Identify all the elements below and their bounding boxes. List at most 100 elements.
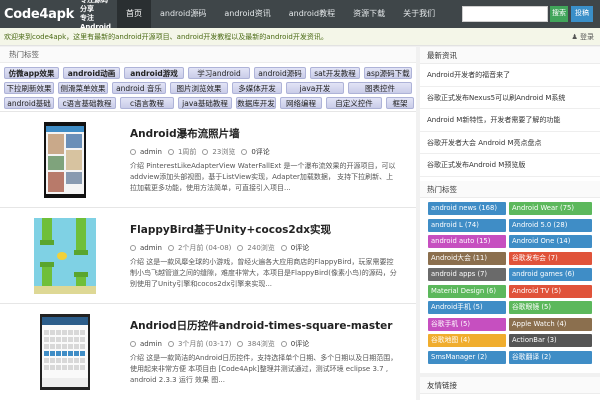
search-button[interactable]: 搜索 [550, 6, 568, 22]
tag-item[interactable]: c语言基础教程 [58, 97, 116, 109]
post-title[interactable]: FlappyBird基于Unity+cocos2dx实现 [130, 222, 331, 237]
tags-panel-title: 热门标签 [0, 47, 416, 63]
sidebar-tag-chip[interactable]: 谷歌翻译 (2) [509, 350, 592, 364]
tag-item[interactable]: 多媒体开发 [232, 82, 282, 94]
tag-item[interactable]: c语言教程 [120, 97, 174, 109]
news-link[interactable]: 谷歌正式发布Nexus5可以刷Android M系统 [420, 87, 600, 109]
sidebar-tag-chip[interactable]: ActionBar (3) [509, 334, 592, 347]
nav-android-source[interactable]: android源码 [151, 0, 215, 28]
post-author[interactable]: admin [140, 340, 162, 348]
comment-icon [280, 245, 287, 251]
tag-item[interactable]: 侧滑菜单效果 [58, 82, 108, 94]
post-date: 2个月前 (04-08) [177, 244, 232, 252]
post-meta: admin 2个月前 (04-08) 240浏览 0评论 [130, 243, 315, 253]
sidebar-tag-chip[interactable]: android news (168) [428, 202, 506, 215]
sidebar-tag-chip[interactable]: 谷歌手机 (5) [428, 317, 506, 331]
sidebar-tag-chip[interactable]: Android 5.0 (28) [509, 218, 592, 232]
main-nav: 首页 android源码 android资讯 android教程 资源下载 关于… [117, 0, 444, 28]
tag-item[interactable]: 框架 [386, 97, 414, 109]
nav-android-tutorials[interactable]: android教程 [280, 0, 344, 28]
post-excerpt: 介绍 这是一款简洁的Android日历控件，支持选择单个日期、多个日期以及日期范… [130, 354, 398, 384]
tag-item[interactable]: android 音乐 [112, 82, 166, 94]
login-link[interactable]: ♟ 登录 [571, 32, 594, 42]
post-thumbnail[interactable] [30, 314, 100, 390]
tag-item[interactable]: 学习android [188, 67, 250, 79]
post-thumbnail[interactable] [30, 218, 100, 294]
calendar-screenshot-image [40, 314, 90, 390]
nav-downloads[interactable]: 资源下载 [344, 0, 394, 28]
notice-text: 欢迎来到code4apk，这里有最新的android开源项目、android开发… [4, 33, 328, 41]
sidebar-tag-chip[interactable]: android games (6) [509, 268, 592, 281]
comment-icon [241, 149, 248, 155]
sidebar-tag-chip[interactable]: Android手机 (5) [428, 301, 506, 314]
tag-item[interactable]: android基础 [4, 97, 54, 109]
waterfall-screenshot-image [44, 122, 86, 198]
post-meta: admin 3个月前 (03-17) 384浏览 0评论 [130, 339, 315, 349]
post-author[interactable]: admin [140, 148, 162, 156]
sidebar-tag-chip[interactable]: 谷歌发布会 (7) [509, 251, 592, 265]
sidebar-tag-chip[interactable]: android L (74) [428, 218, 506, 232]
tag-item[interactable]: android游戏 [124, 67, 184, 79]
post-date: 1周前 [177, 148, 197, 156]
sidebar-tag-chip[interactable]: android auto (15) [428, 235, 506, 248]
sidebar-tag-chip[interactable]: Apple Watch (4) [509, 317, 592, 331]
tag-item[interactable]: sat开发教程 [310, 67, 360, 79]
post-views: 384浏览 [247, 340, 275, 348]
tag-row: android基础 c语言基础教程 c语言教程 java基础教程 数据库开发 网… [0, 97, 416, 111]
post-title[interactable]: Andriod日历控件android-times-square-master [130, 318, 392, 333]
user-icon [130, 245, 136, 251]
tag-item[interactable]: 图表控件 [348, 82, 412, 94]
post-thumbnail[interactable] [30, 122, 100, 198]
tags-box: 热门标签 android news (168) Android Wear (75)… [420, 181, 600, 373]
tag-item[interactable]: asp源码下载 [364, 67, 412, 79]
notice-bar: 欢迎来到code4apk，这里有最新的android开源项目、android开发… [0, 28, 600, 46]
sidebar-tag-chip[interactable]: android apps (7) [428, 268, 506, 281]
nav-home[interactable]: 首页 [117, 0, 151, 28]
nav-about[interactable]: 关于我们 [394, 0, 444, 28]
tag-row: 仿微app效果 android动画 android游戏 学习android an… [0, 67, 416, 81]
post-author[interactable]: admin [140, 244, 162, 252]
tag-item[interactable]: java基础教程 [178, 97, 232, 109]
sidebar-tag-chip[interactable]: Material Design (6) [428, 284, 506, 298]
tag-item[interactable]: 下拉刷新效果 [4, 82, 54, 94]
sidebar: 最新资讯 Android开发者的福音来了 谷歌正式发布Nexus5可以刷Andr… [420, 47, 600, 400]
post-title[interactable]: Android瀑布流照片墙 [130, 126, 240, 141]
news-link[interactable]: Android M新特性，开发者需要了解的功能 [420, 109, 600, 132]
post-meta: admin 1周前 23浏览 0评论 [130, 147, 276, 157]
news-link[interactable]: Android开发者的福音来了 [420, 64, 600, 87]
nav-android-news[interactable]: android资讯 [215, 0, 279, 28]
user-icon [130, 341, 136, 347]
sidebar-tag-chip[interactable]: Android TV (5) [509, 284, 592, 298]
user-icon [130, 149, 136, 155]
news-link[interactable]: 谷歌开发者大会 Android M亮点盘点 [420, 132, 600, 154]
tag-item[interactable]: 图片浏览效果 [170, 82, 228, 94]
tag-row: 下拉刷新效果 侧滑菜单效果 android 音乐 图片浏览效果 多媒体开发 ja… [0, 82, 416, 96]
site-logo[interactable]: Code4apk 专注源码分享 专注Android [4, 0, 111, 31]
tag-item[interactable]: 数据库开发 [236, 97, 276, 109]
sidebar-tag-chip[interactable]: SmsManager (2) [428, 350, 506, 364]
latest-news-box: 最新资讯 Android开发者的福音来了 谷歌正式发布Nexus5可以刷Andr… [420, 47, 600, 199]
news-link[interactable]: 谷歌正式发布Android M预览版 [420, 154, 600, 177]
post-excerpt: 介绍 这是一款风靡全球的小游戏，曾经火遍各大应用商店的FlappyBird，玩家… [130, 258, 397, 288]
tags-box-title: 热门标签 [420, 181, 600, 198]
post-comments[interactable]: 0评论 [291, 243, 309, 253]
eye-icon [237, 245, 244, 251]
tag-item[interactable]: 网络编程 [280, 97, 322, 109]
post-comments[interactable]: 0评论 [291, 339, 309, 349]
tag-item[interactable]: 自定义控件 [326, 97, 382, 109]
tag-item[interactable]: java开发 [286, 82, 344, 94]
search-input[interactable] [462, 6, 548, 22]
tag-item[interactable]: android动画 [63, 67, 120, 79]
submit-button[interactable]: 投稿 [571, 6, 593, 22]
eye-icon [237, 341, 244, 347]
sidebar-tag-chip[interactable]: 谷歌地图 (4) [428, 334, 506, 347]
flappybird-screenshot-image [34, 218, 96, 294]
sidebar-tag-chip[interactable]: Android Wear (75) [509, 202, 592, 215]
login-label: 登录 [580, 33, 594, 41]
tag-item[interactable]: android源码 [254, 67, 306, 79]
tag-item[interactable]: 仿微app效果 [4, 67, 59, 79]
sidebar-tag-chip[interactable]: Android One (14) [509, 235, 592, 248]
post-comments[interactable]: 0评论 [251, 147, 269, 157]
sidebar-tag-chip[interactable]: Android大会 (11) [428, 251, 506, 265]
sidebar-tag-chip[interactable]: 谷歌眼镜 (5) [509, 301, 592, 314]
